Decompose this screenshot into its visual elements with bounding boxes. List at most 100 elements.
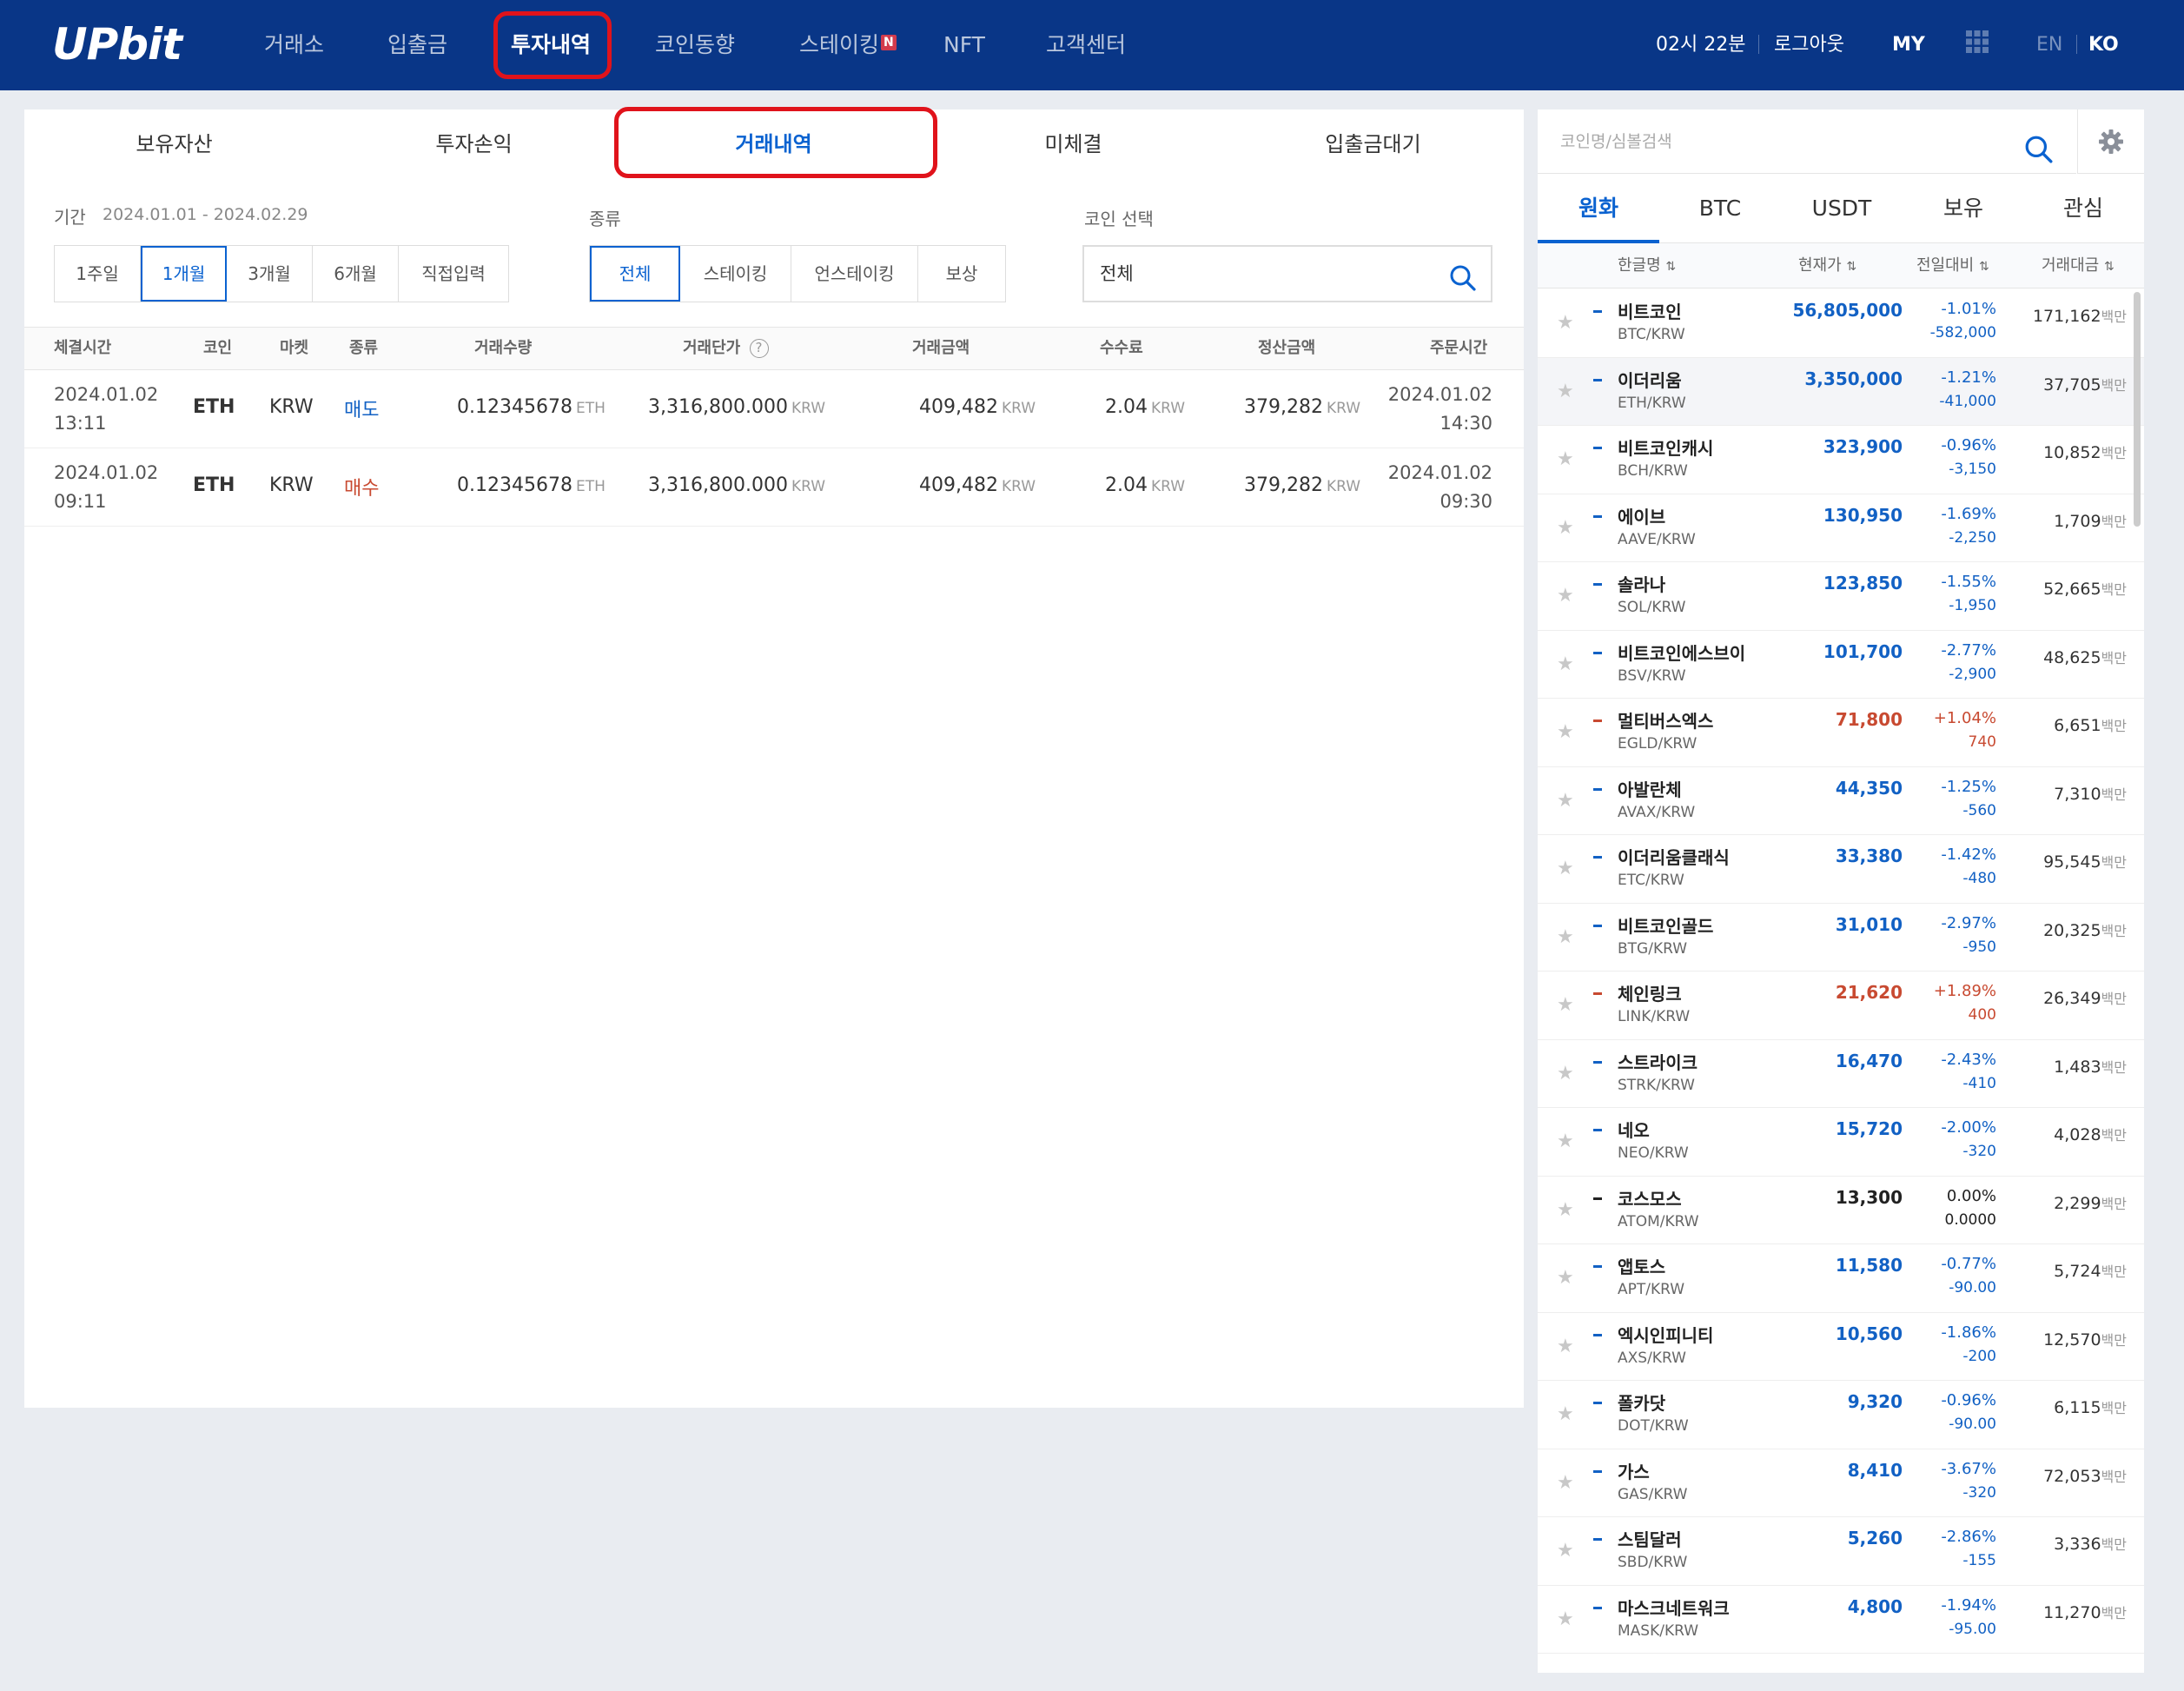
- market-row[interactable]: ★ 아발란체 AVAX/KRW 44,350 -1.25% -560 7,310백만: [1538, 767, 2144, 835]
- sort-volume[interactable]: 거래대금 ⇅: [2042, 243, 2115, 289]
- market-row[interactable]: ★ 코스모스 ATOM/KRW 13,300 0.00% 0.0000 2,299백만: [1538, 1177, 2144, 1244]
- coin-name[interactable]: 엑시인피니티: [1618, 1322, 1713, 1347]
- type-reward-button[interactable]: 보상: [918, 246, 1005, 302]
- star-icon[interactable]: ★: [1557, 858, 1574, 879]
- coin-name[interactable]: 스트라이크: [1618, 1049, 1698, 1074]
- tab-holdings[interactable]: 보유자산: [24, 109, 324, 179]
- coin-name[interactable]: 멀티버스엑스: [1618, 707, 1713, 733]
- market-row[interactable]: ★ 마스크네트워크 MASK/KRW 4,800 -1.94% -95.00 11,270백…: [1538, 1586, 2144, 1654]
- star-icon[interactable]: ★: [1557, 1199, 1574, 1221]
- tab-krw[interactable]: 원화: [1538, 174, 1659, 243]
- market-row[interactable]: ★ 비트코인캐시 BCH/KRW 323,900 -0.96% -3,150 10,852백…: [1538, 426, 2144, 494]
- coin-name[interactable]: 솔라나: [1618, 571, 1665, 596]
- logout-link[interactable]: 로그아웃: [1774, 0, 1844, 90]
- star-icon[interactable]: ★: [1557, 721, 1574, 743]
- star-icon[interactable]: ★: [1557, 312, 1574, 334]
- type-staking-button[interactable]: 스테이킹: [680, 246, 791, 302]
- star-icon[interactable]: ★: [1557, 448, 1574, 470]
- tab-pending-transfers[interactable]: 입출금대기: [1223, 109, 1523, 179]
- market-row[interactable]: ★ 비트코인 BTC/KRW 56,805,000 -1.01% -582,000 171,…: [1538, 289, 2144, 358]
- scrollbar[interactable]: [2134, 292, 2141, 527]
- nav-coin-trends[interactable]: 코인동향: [655, 0, 735, 90]
- coin-name[interactable]: 폴카닷: [1618, 1389, 1665, 1415]
- upbit-logo[interactable]: UPbit: [52, 19, 182, 70]
- star-icon[interactable]: ★: [1557, 790, 1574, 812]
- coin-name[interactable]: 코스모스: [1618, 1185, 1682, 1210]
- search-icon[interactable]: [1449, 259, 1477, 313]
- market-row[interactable]: ★ 비트코인골드 BTG/KRW 31,010 -2.97% -950 20,325백만: [1538, 904, 2144, 971]
- market-row[interactable]: ★ 체인링크 LINK/KRW 21,620 +1.89% 400 26,349백만: [1538, 971, 2144, 1040]
- coin-name[interactable]: 비트코인에스브이: [1618, 640, 1745, 665]
- period-1month-button[interactable]: 1개월: [141, 246, 227, 302]
- tab-profit-loss[interactable]: 투자손익: [324, 109, 624, 179]
- market-row[interactable]: ★ 폴카닷 DOT/KRW 9,320 -0.96% -90.00 6,115백만: [1538, 1381, 2144, 1449]
- star-icon[interactable]: ★: [1557, 653, 1574, 675]
- type-all-button[interactable]: 전체: [590, 246, 680, 302]
- sort-name[interactable]: 한글명 ⇅: [1618, 243, 1676, 289]
- market-row[interactable]: ★ 엑시인피니티 AXS/KRW 10,560 -1.86% -200 12,570백만: [1538, 1313, 2144, 1381]
- coin-name[interactable]: 앱토스: [1618, 1253, 1665, 1278]
- nav-deposit-withdraw[interactable]: 입출금: [387, 0, 447, 90]
- market-row[interactable]: ★ 스팀달러 SBD/KRW 5,260 -2.86% -155 3,336백만: [1538, 1517, 2144, 1586]
- star-icon[interactable]: ★: [1557, 1063, 1574, 1084]
- market-row[interactable]: ★ 가스 GAS/KRW 8,410 -3.67% -320 72,053백만: [1538, 1449, 2144, 1517]
- tab-holdings[interactable]: 보유: [1903, 174, 2024, 243]
- tab-open-orders[interactable]: 미체결: [923, 109, 1223, 179]
- lang-en[interactable]: EN: [2036, 0, 2062, 90]
- star-icon[interactable]: ★: [1557, 381, 1574, 402]
- market-row[interactable]: ★ 솔라나 SOL/KRW 123,850 -1.55% -1,950 52,665백만: [1538, 562, 2144, 631]
- coin-name[interactable]: 체인링크: [1618, 980, 1682, 1005]
- coin-name[interactable]: 스팀달러: [1618, 1526, 1682, 1551]
- coin-name[interactable]: 비트코인: [1618, 298, 1682, 323]
- market-row[interactable]: ★ 에이브 AAVE/KRW 130,950 -1.69% -2,250 1,709백만: [1538, 494, 2144, 562]
- coin-name[interactable]: 마스크네트워크: [1618, 1595, 1730, 1620]
- sort-change[interactable]: 전일대비 ⇅: [1916, 243, 1989, 289]
- grid-menu-icon[interactable]: [1965, 30, 1989, 56]
- tab-favorites[interactable]: 관심: [2022, 174, 2144, 243]
- type-unstaking-button[interactable]: 언스테이킹: [791, 246, 918, 302]
- coin-name[interactable]: 네오: [1618, 1117, 1650, 1142]
- market-row[interactable]: ★ 앱토스 APT/KRW 11,580 -0.77% -90.00 5,724백만: [1538, 1244, 2144, 1313]
- star-icon[interactable]: ★: [1557, 926, 1574, 948]
- nav-nft[interactable]: NFT: [943, 0, 985, 90]
- coin-name[interactable]: 아발란체: [1618, 776, 1682, 801]
- tab-trade-history[interactable]: 거래내역: [624, 109, 923, 179]
- star-icon[interactable]: ★: [1557, 1608, 1574, 1630]
- settings-gear-icon[interactable]: [2077, 109, 2144, 174]
- nav-exchange[interactable]: 거래소: [264, 0, 324, 90]
- market-row[interactable]: ★ 이더리움클래식 ETC/KRW 33,380 -1.42% -480 95,545백만: [1538, 835, 2144, 904]
- period-3month-button[interactable]: 3개월: [227, 246, 313, 302]
- coin-select-input[interactable]: 전체: [1082, 245, 1492, 302]
- coin-name[interactable]: 비트코인골드: [1618, 912, 1713, 938]
- market-row[interactable]: ★ 멀티버스엑스 EGLD/KRW 71,800 +1.04% 740 6,651백만: [1538, 699, 2144, 767]
- coin-name[interactable]: 이더리움클래식: [1618, 844, 1730, 869]
- my-menu[interactable]: MY: [1892, 0, 1925, 90]
- period-custom-button[interactable]: 직접입력: [399, 246, 508, 302]
- star-icon[interactable]: ★: [1557, 1267, 1574, 1289]
- coin-name[interactable]: 비트코인캐시: [1618, 434, 1713, 460]
- nav-investment-history[interactable]: 투자내역: [511, 0, 591, 90]
- star-icon[interactable]: ★: [1557, 517, 1574, 539]
- coin-name[interactable]: 가스: [1618, 1458, 1650, 1483]
- star-icon[interactable]: ★: [1557, 994, 1574, 1016]
- star-icon[interactable]: ★: [1557, 1336, 1574, 1357]
- coin-name[interactable]: 에이브: [1618, 503, 1665, 528]
- tab-btc[interactable]: BTC: [1659, 174, 1781, 243]
- help-icon[interactable]: ?: [749, 339, 769, 358]
- nav-customer-center[interactable]: 고객센터: [1046, 0, 1126, 90]
- star-icon[interactable]: ★: [1557, 1472, 1574, 1494]
- nav-staking[interactable]: 스테이킹 N: [799, 0, 897, 90]
- market-row[interactable]: ★ 스트라이크 STRK/KRW 16,470 -2.43% -410 1,483백만: [1538, 1040, 2144, 1108]
- tab-usdt[interactable]: USDT: [1781, 174, 1903, 243]
- star-icon[interactable]: ★: [1557, 1131, 1574, 1152]
- star-icon[interactable]: ★: [1557, 1403, 1574, 1425]
- coin-name[interactable]: 이더리움: [1618, 367, 1682, 392]
- lang-ko[interactable]: KO: [2088, 0, 2119, 90]
- star-icon[interactable]: ★: [1557, 1540, 1574, 1562]
- star-icon[interactable]: ★: [1557, 585, 1574, 607]
- period-1week-button[interactable]: 1주일: [55, 246, 141, 302]
- market-row[interactable]: ★ 네오 NEO/KRW 15,720 -2.00% -320 4,028백만: [1538, 1108, 2144, 1177]
- period-6month-button[interactable]: 6개월: [313, 246, 399, 302]
- market-row[interactable]: ★ 이더리움 ETH/KRW 3,350,000 -1.21% -41,000 37,705…: [1538, 357, 2144, 426]
- coin-search-input[interactable]: 코인명/심볼검색: [1538, 109, 2076, 174]
